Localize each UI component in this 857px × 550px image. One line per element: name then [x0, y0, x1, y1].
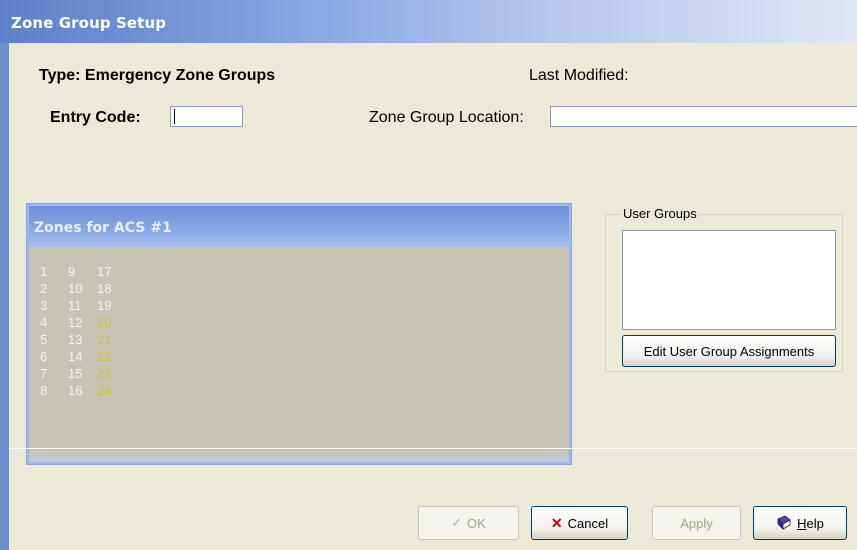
- footer-separator: [9, 448, 857, 449]
- zone-group-location-field[interactable]: [550, 106, 857, 127]
- ok-button[interactable]: ✓ OK: [418, 506, 519, 540]
- help-book-icon: [777, 515, 791, 530]
- zone-item[interactable]: 9: [68, 264, 82, 281]
- apply-button[interactable]: Apply: [652, 506, 741, 540]
- zones-panel-title: Zones for ACS #1: [34, 220, 172, 236]
- zone-item[interactable]: 23: [97, 366, 111, 383]
- zone-item[interactable]: 12: [68, 315, 82, 332]
- dialog-body: Type: Emergency Zone Groups Last Modifie…: [9, 43, 857, 550]
- zone-item[interactable]: 24: [97, 383, 111, 400]
- zone-item[interactable]: 15: [68, 366, 82, 383]
- entry-code-label: Entry Code:: [50, 109, 141, 126]
- entry-code-field[interactable]: [170, 106, 243, 127]
- zone-item[interactable]: 3: [40, 298, 47, 315]
- zone-item[interactable]: 22: [97, 349, 111, 366]
- window-title: Zone Group Setup: [11, 14, 167, 32]
- type-label: Type: Emergency Zone Groups: [39, 67, 276, 84]
- help-button[interactable]: Help: [753, 506, 847, 540]
- zone-item[interactable]: 21: [97, 332, 111, 349]
- zones-panel-header: Zones for ACS #1: [29, 206, 569, 247]
- window-left-border: [0, 43, 9, 550]
- zone-item[interactable]: 16: [68, 383, 82, 400]
- zone-group-location-label: Zone Group Location:: [369, 109, 524, 126]
- help-label: Help: [797, 515, 824, 531]
- zone-item[interactable]: 19: [97, 298, 111, 315]
- zones-panel-footer: [29, 456, 569, 462]
- zones-panel: Zones for ACS #1 1 2 3 4 5 6 7 8 9 10 11…: [26, 203, 572, 465]
- user-groups-list[interactable]: [622, 230, 836, 330]
- edit-user-group-assignments-label: Edit User Group Assignments: [643, 343, 815, 359]
- zone-item[interactable]: 13: [68, 332, 82, 349]
- check-icon: ✓: [451, 515, 463, 530]
- zone-item[interactable]: 5: [40, 332, 47, 349]
- zone-item[interactable]: 8: [40, 383, 47, 400]
- last-modified-label: Last Modified:: [529, 67, 629, 84]
- zone-item[interactable]: 18: [97, 281, 111, 298]
- apply-label: Apply: [680, 515, 713, 531]
- edit-user-group-assignments-button[interactable]: Edit User Group Assignments: [622, 335, 836, 367]
- title-bar: Zone Group Setup: [0, 0, 857, 43]
- zone-item[interactable]: 17: [97, 264, 111, 281]
- cancel-button[interactable]: ✕ Cancel: [531, 506, 628, 540]
- ok-label: OK: [467, 515, 486, 531]
- zone-item[interactable]: 14: [68, 349, 82, 366]
- user-groups-label: User Groups: [621, 206, 699, 221]
- text-caret: [174, 109, 175, 124]
- cancel-label: Cancel: [567, 515, 609, 531]
- zone-group-setup-window: Zone Group Setup Type: Emergency Zone Gr…: [0, 0, 857, 550]
- zone-item[interactable]: 6: [40, 349, 47, 366]
- zone-item[interactable]: 20: [97, 315, 111, 332]
- zone-item[interactable]: 1: [40, 264, 47, 281]
- close-icon: ✕: [550, 514, 563, 531]
- zone-item[interactable]: 10: [68, 281, 82, 298]
- zone-item[interactable]: 7: [40, 366, 47, 383]
- zone-column-3: 17 18 19 20 21 22 23 24: [97, 264, 111, 400]
- zone-item[interactable]: 11: [68, 298, 82, 315]
- zone-item[interactable]: 2: [40, 281, 47, 298]
- zone-column-1: 1 2 3 4 5 6 7 8: [40, 264, 47, 400]
- zone-item[interactable]: 4: [40, 315, 47, 332]
- zone-column-2: 9 10 11 12 13 14 15 16: [68, 264, 82, 400]
